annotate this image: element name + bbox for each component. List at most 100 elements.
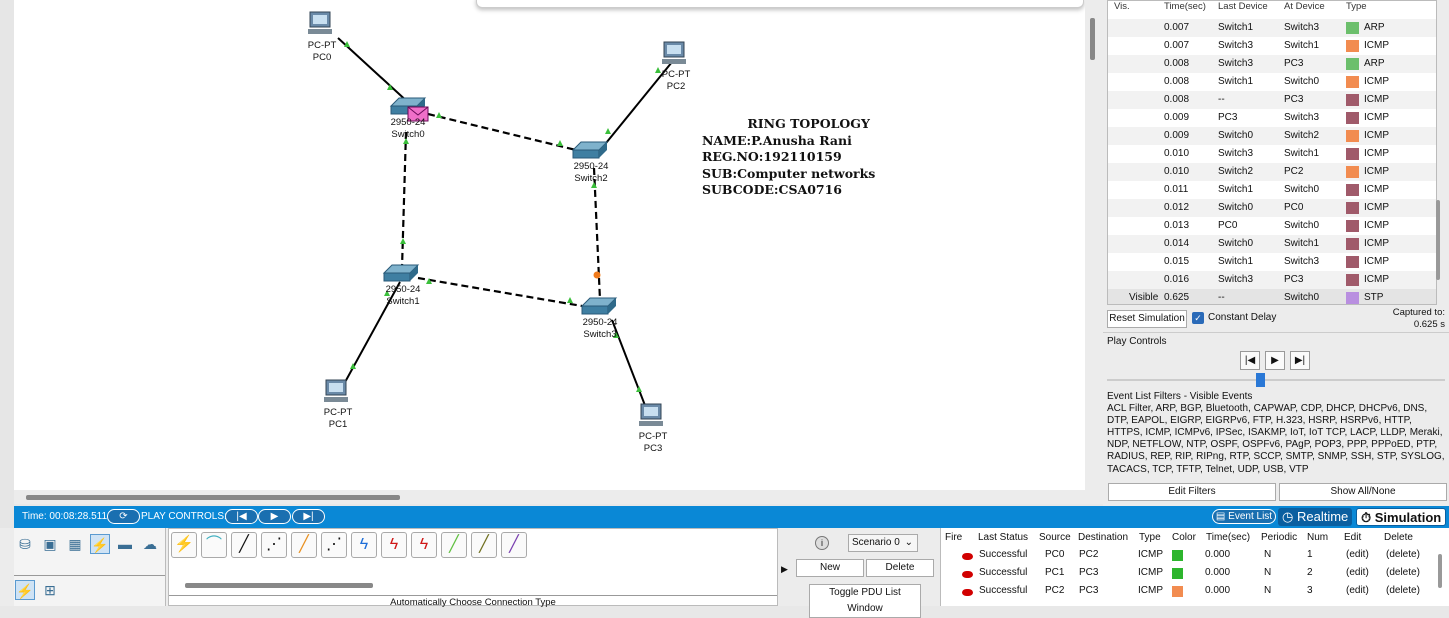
pdu-cell-dest: PC3 [1079,567,1099,578]
delete-scenario-button[interactable]: Delete [866,559,934,577]
event-color-swatch [1346,76,1359,88]
serial-dte-icon[interactable]: ϟ [411,532,437,558]
auto-connection-icon[interactable]: ⚡ [171,532,197,558]
iot-custom-cable-icon[interactable]: ╱ [471,532,497,558]
play-button[interactable]: ▶ [1265,351,1285,370]
event-row[interactable]: 0.013 PC0 Switch0 ICMP [1108,217,1436,235]
link-switch1-switch3[interactable] [417,276,583,308]
show-all-none-button[interactable]: Show All/None [1279,483,1447,501]
event-row[interactable]: 0.010 Switch3 Switch1 ICMP [1108,145,1436,163]
pdu-cell-delete[interactable]: (delete) [1386,567,1420,578]
event-cell-last: Switch3 [1218,148,1254,159]
event-list-table[interactable]: Vis. Time(sec) Last Device At Device Typ… [1107,0,1437,305]
pdu-cell-type: ICMP [1138,585,1163,596]
components-icon[interactable]: ▦ [65,534,85,554]
constant-delay-checkbox[interactable]: ✓ [1192,312,1204,324]
link-switch0-switch2[interactable] [427,112,577,152]
event-cell-time: 0.013 [1164,220,1190,231]
event-row[interactable]: 0.015 Switch1 Switch3 ICMP [1108,253,1436,271]
simulation-mode-button[interactable]: ⏱ Simulation [1356,508,1447,526]
event-cell-at: Switch0 [1284,220,1320,231]
bar-forward-button[interactable]: ▶| [292,509,325,524]
switch-icon[interactable] [382,264,420,282]
usb-cable-icon[interactable]: ╱ [501,532,527,558]
back-button[interactable]: |◀ [1240,351,1260,370]
reset-simulation-button[interactable]: Reset Simulation [1107,310,1187,328]
realtime-mode-button[interactable]: ◷ Realtime [1278,508,1353,526]
topology-canvas[interactable] [14,0,1085,490]
pdu-cell-edit[interactable]: (edit) [1346,585,1369,596]
multiuser-icon[interactable]: ☁ [140,534,160,554]
pc-icon[interactable] [308,11,332,34]
pdu-row[interactable]: Successful PC2 PC3 ICMP 0.000 N 3 (edit) (delete… [941,582,1449,600]
event-row[interactable]: 0.016 Switch3 PC3 ICMP [1108,271,1436,289]
switch-icon[interactable] [571,141,609,159]
event-list-icon: ▤ [1215,511,1229,522]
info-icon[interactable]: i [815,536,829,550]
pdu-cell-edit[interactable]: (edit) [1346,549,1369,560]
event-row[interactable]: 0.008 Switch1 Switch0 ICMP [1108,73,1436,91]
console-cable-icon[interactable]: ⌒ [201,532,227,558]
event-cell-last: Switch3 [1218,274,1254,285]
bar-back-button[interactable]: |◀ [225,509,258,524]
event-row[interactable]: 0.007 Switch1 Switch3 ARP [1108,19,1436,37]
forward-button[interactable]: ▶| [1290,351,1310,370]
collapse-arrow-icon[interactable]: ▶ [781,564,788,575]
power-cycle-button[interactable]: ⟳ [107,509,140,524]
event-row[interactable]: Visible 0.625 -- Switch0 STP [1108,289,1436,304]
pc-icon[interactable] [324,379,348,402]
serial-dce-icon[interactable]: ϟ [381,532,407,558]
event-row[interactable]: 0.008 Switch3 PC3 ARP [1108,55,1436,73]
event-row[interactable]: 0.010 Switch2 PC2 ICMP [1108,163,1436,181]
pdu-cell-delete[interactable]: (delete) [1386,585,1420,596]
scenario-select[interactable]: Scenario 0 ⌄ [848,534,918,552]
octal-cable-icon[interactable]: ╱ [441,532,467,558]
pdu-cell-delete[interactable]: (delete) [1386,549,1420,560]
fiber-icon[interactable]: ╱ [291,532,317,558]
pdu-list[interactable]: Fire Last Status Source Destination Type… [940,528,1449,606]
event-row[interactable]: 0.014 Switch0 Switch1 ICMP [1108,235,1436,253]
event-row[interactable]: 0.012 Switch0 PC0 ICMP [1108,199,1436,217]
event-row[interactable]: 0.009 Switch0 Switch2 ICMP [1108,127,1436,145]
new-scenario-button[interactable]: New [796,559,864,577]
toggle-pdu-list-button[interactable]: Toggle PDU List Window [809,584,921,618]
event-row[interactable]: 0.011 Switch1 Switch0 ICMP [1108,181,1436,199]
pc-icon[interactable] [639,403,663,426]
coaxial-icon[interactable]: ϟ [351,532,377,558]
bar-play-button[interactable]: ▶ [258,509,291,524]
event-color-swatch [1346,40,1359,52]
pdu-cell-edit[interactable]: (edit) [1346,567,1369,578]
pc-icon[interactable] [662,41,686,64]
pdu-color-swatch [1172,568,1183,579]
fire-icon[interactable] [962,589,973,596]
event-row[interactable]: 0.009 PC3 Switch3 ICMP [1108,109,1436,127]
pdu-row[interactable]: Successful PC1 PC3 ICMP 0.000 N 2 (edit) (delete… [941,564,1449,582]
link-pc0-switch0[interactable] [337,37,411,105]
event-row[interactable]: 0.008 -- PC3 ICMP [1108,91,1436,109]
event-list-toggle[interactable]: ▤ Event List [1212,509,1276,524]
fire-icon[interactable] [962,571,973,578]
link-switch0-switch1[interactable] [400,131,408,269]
connections-icon[interactable]: ⚡ [90,534,110,554]
fire-icon[interactable] [962,553,973,560]
phone-cable-icon[interactable]: ⋰ [321,532,347,558]
pdu-list-scrollbar[interactable] [1438,554,1442,588]
end-devices-icon[interactable]: ▣ [40,534,60,554]
device-label: 2950-24 Switch3 [582,317,618,340]
workspace-horizontal-scrollbar[interactable] [14,490,1085,504]
network-devices-icon[interactable]: ⛁ [15,534,35,554]
event-row[interactable]: 0.007 Switch3 Switch1 ICMP [1108,37,1436,55]
switch-icon[interactable] [580,297,618,315]
grid-icon[interactable]: ⊞ [40,580,60,600]
pdu-row[interactable]: Successful PC0 PC2 ICMP 0.000 N 1 (edit) (delete… [941,546,1449,564]
workspace-vertical-scrollbar[interactable] [1085,0,1103,504]
connections-subtype-icon[interactable]: ⚡ [15,580,35,600]
logical-workspace[interactable]: PC-PT PC0 PC-PT PC2 2950-24 Switch0 2950-24… [14,0,1085,490]
speed-slider[interactable] [1256,373,1265,387]
event-list-scrollbar[interactable] [1436,200,1440,280]
copper-cross-icon[interactable]: ⋰ [261,532,287,558]
misc-icon[interactable]: ▬ [115,534,135,554]
copper-straight-icon[interactable]: ╱ [231,532,257,558]
connection-types-scrollbar[interactable] [185,583,373,588]
edit-filters-button[interactable]: Edit Filters [1108,483,1276,501]
